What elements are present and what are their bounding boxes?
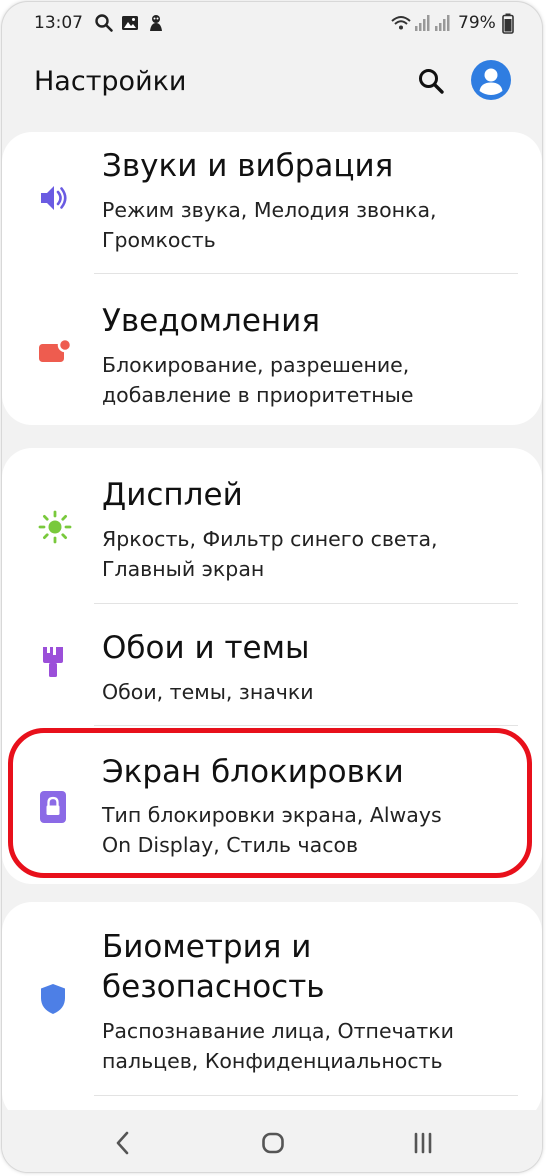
settings-item-sound[interactable]: Звуки и вибрация Режим звука, Мелодия зв…: [2, 132, 542, 272]
settings-item-subtitle: Яркость, Фильтр синего света, Главный эк…: [102, 527, 438, 581]
settings-item-subtitle: Распознавание лица, Отпечатки пальцев, К…: [102, 1019, 454, 1073]
status-time: 13:07: [34, 13, 83, 33]
app-header: Настройки: [2, 46, 542, 126]
settings-item-notifications[interactable]: Уведомления Блокирование, разрешение, до…: [2, 274, 542, 424]
status-bar: 13:07 79%: [2, 2, 542, 46]
settings-item-wallpaper[interactable]: Обои и темы Обои, темы, значки: [2, 604, 542, 724]
divider: [94, 1095, 518, 1096]
settings-card-security: Биометрия и безопасность Распознавание л…: [2, 902, 542, 1122]
sound-icon: [38, 182, 70, 218]
lock-icon: [38, 789, 68, 829]
phone-screen: 13:07 79% Настройки Звуки и вибрация Реж…: [2, 2, 542, 1172]
home-icon[interactable]: [258, 1128, 288, 1158]
settings-item-lock-screen[interactable]: Экран блокировки Тип блокировки экрана, …: [2, 726, 542, 884]
display-icon: [38, 510, 72, 548]
mascot-icon: [146, 13, 166, 38]
search-icon[interactable]: [416, 66, 446, 96]
settings-item-display[interactable]: Дисплей Яркость, Фильтр синего света, Гл…: [2, 448, 542, 602]
notifications-icon: [38, 337, 73, 370]
settings-item-title: Дисплей: [102, 477, 243, 513]
wifi-icon: [390, 13, 412, 38]
page-title: Настройки: [34, 66, 187, 97]
shield-icon: [38, 982, 68, 1020]
signal-icon: [434, 13, 450, 38]
settings-item-subtitle: Тип блокировки экрана, Always On Display…: [102, 803, 442, 857]
settings-card-display-lock: Дисплей Яркость, Фильтр синего света, Гл…: [2, 448, 542, 884]
account-icon[interactable]: [471, 60, 511, 100]
wallpaper-icon: [38, 645, 68, 683]
battery-percent: 79%: [458, 13, 496, 33]
search-icon: [94, 13, 114, 38]
settings-item-title: Уведомления: [102, 303, 320, 339]
settings-item-subtitle: Режим звука, Мелодия звонка, Громкость: [102, 198, 437, 252]
recents-icon[interactable]: [408, 1128, 438, 1158]
settings-item-title: Обои и темы: [102, 630, 310, 666]
signal-icon: [414, 13, 430, 38]
settings-item-subtitle: Обои, темы, значки: [102, 680, 314, 704]
gallery-icon: [120, 13, 140, 38]
settings-item-title: Биометрия и безопасность: [102, 929, 325, 1005]
navigation-bar: [2, 1110, 542, 1172]
back-icon[interactable]: [108, 1128, 138, 1158]
settings-item-biometrics-security[interactable]: Биометрия и безопасность Распознавание л…: [2, 902, 542, 1092]
settings-item-title: Экран блокировки: [102, 754, 404, 790]
settings-item-title: Звуки и вибрация: [102, 148, 394, 184]
settings-item-subtitle: Блокирование, разрешение, добавление в п…: [102, 353, 414, 407]
settings-card-sound-notifications: Звуки и вибрация Режим звука, Мелодия зв…: [2, 132, 542, 425]
battery-icon: [502, 13, 514, 39]
